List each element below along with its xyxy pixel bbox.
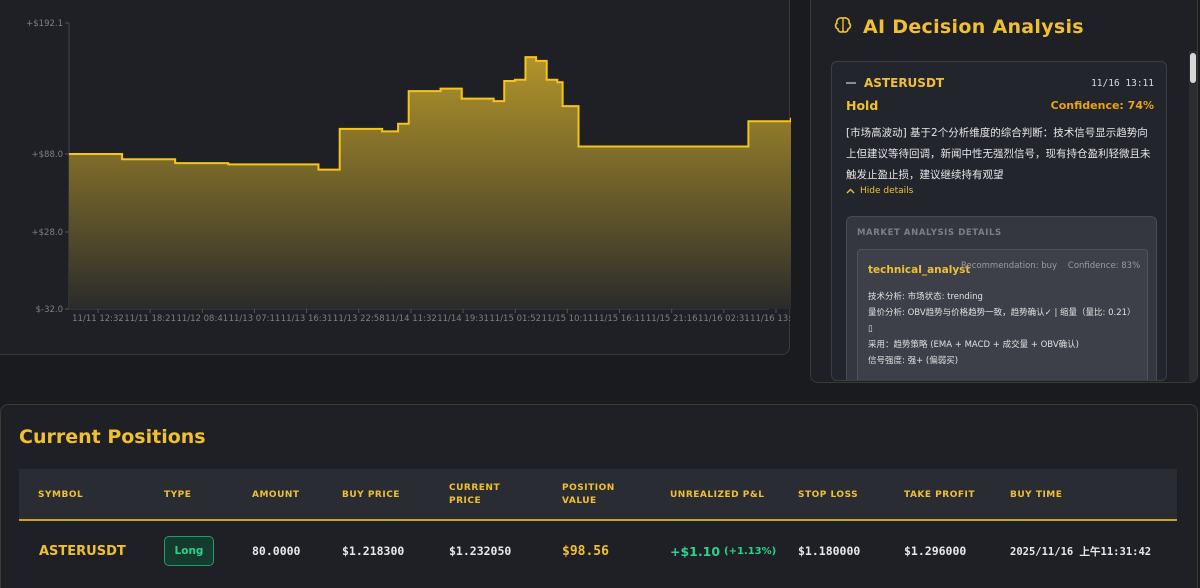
decision-action: Hold (846, 98, 879, 113)
x-tick-label: 11/13 16:31 (281, 314, 333, 324)
ai-panel-header: AI Decision Analysis (833, 15, 1084, 39)
ai-decision-panel: AI Decision Analysis ASTERUSDT 11/16 13:… (810, 0, 1198, 383)
area-fill (69, 57, 791, 309)
x-tick-label: 11/11 18:21 (124, 314, 176, 324)
cell-position-value: $98.56 (562, 543, 609, 559)
x-tick-label: 11/14 11:32 (385, 314, 437, 324)
cell-pnl: +$1.10 (+1.13%) (670, 523, 776, 579)
analyst-confidence: Confidence: 83% (1067, 261, 1141, 271)
x-tick-label: 11/14 19:31 (437, 314, 489, 324)
col-take-profit: TAKE PROFIT (904, 489, 975, 500)
positions-table-header: SYMBOL TYPE AMOUNT BUY PRICE CURRENT PRI… (19, 469, 1177, 521)
col-unrealized-pnl: UNREALIZED P&L (670, 489, 765, 500)
decision-scrollbar[interactable] (1189, 51, 1197, 381)
x-tick-label: 11/15 16:11 (594, 314, 646, 324)
x-tick-label: 11/11 12:32 (72, 314, 124, 324)
long-badge: Long (164, 536, 214, 566)
cell-amount: 80.0000 (252, 544, 301, 558)
cell-stop-loss: $1.180000 (798, 544, 861, 558)
analyst-entry: technical_analyst Recommendation: buy Co… (857, 249, 1148, 380)
cell-type: Long (164, 523, 214, 579)
decision-card: ASTERUSDT 11/16 13:11 Hold Confidence: 7… (831, 61, 1167, 381)
decision-time: 11/16 13:11 (1091, 77, 1154, 89)
cell-buy-time: 2025/11/16 上午11:31:42 (1010, 545, 1152, 558)
cell-take-profit: $1.296000 (904, 544, 967, 558)
y-tick-label: $-32.0 (36, 305, 63, 315)
y-tick-label: +$192.1 (26, 19, 63, 29)
table-row[interactable]: ASTERUSDT Long 80.0000 $1.218300 $1.2320… (19, 523, 1177, 579)
decision-reason: [市场高波动] 基于2个分析维度的综合判断：技术信号显示趋势向上但建议等待回调，… (846, 127, 1151, 181)
scrollbar-thumb[interactable] (1190, 53, 1196, 83)
analyst-line: 信号强度: 强+ (偏弱买) (868, 356, 959, 366)
analyst-line: 技术分析: 市场状态: trending (868, 292, 983, 302)
hide-details-button[interactable]: Hide details (846, 186, 913, 196)
x-tick-label: 11/15 10:11 (542, 314, 594, 324)
decision-confidence: Confidence: 74% (1050, 99, 1154, 112)
market-analysis-details: MARKET ANALYSIS DETAILS technical_analys… (846, 216, 1157, 380)
positions-panel: Current Positions SYMBOL TYPE AMOUNT BUY… (0, 404, 1198, 588)
col-buy-price: BUY PRICE (342, 489, 400, 500)
x-tick-label: 11/16 13:11 (750, 314, 791, 324)
pnl-percent: (+1.13%) (724, 545, 777, 557)
col-symbol: SYMBOL (38, 489, 84, 500)
analyst-line: 量价分析: OBV趋势与价格趋势一致，趋势确认✓ | 缩量（量比: 0.21）▯ (868, 308, 1136, 334)
details-title: MARKET ANALYSIS DETAILS (857, 228, 1002, 238)
col-stop-loss: STOP LOSS (798, 489, 859, 500)
analyst-recommendation-text: Recommendation: buy (961, 261, 1058, 271)
hide-details-label: Hide details (860, 186, 914, 196)
chevron-up-icon (846, 188, 855, 194)
y-tick-label: +$88.0 (32, 150, 63, 160)
cell-symbol[interactable]: ASTERUSDT (39, 523, 126, 579)
x-tick-label: 11/12 08:41 (176, 314, 228, 324)
y-tick-label: +$28.0 (32, 228, 63, 238)
analyst-recommendation: Recommendation: buy Confidence: 83% (961, 260, 1141, 273)
x-tick-label: 11/13 07:11 (229, 314, 281, 324)
x-tick-label: 11/13 22:58 (333, 314, 385, 324)
analyst-name: technical_analyst (868, 264, 971, 276)
brain-icon (833, 15, 853, 39)
positions-title: Current Positions (19, 426, 206, 448)
decision-symbol: ASTERUSDT (864, 76, 945, 90)
pnl-value: +$1.10 (670, 543, 721, 559)
col-position-value: POSITION VALUE (562, 483, 615, 506)
ai-panel-title: AI Decision Analysis (863, 16, 1084, 38)
x-tick-label: 11/16 02:31 (698, 314, 750, 324)
col-buy-time: BUY TIME (1010, 489, 1063, 500)
analyst-lines: 技术分析: 市场状态: trending 量价分析: OBV趋势与价格趋势一致，… (868, 289, 1140, 369)
portfolio-value-chart: +$192.1+$88.0+$28.0$-32.0 11/11 12:32 11/… (26, 19, 791, 324)
col-type: TYPE (164, 489, 192, 500)
cell-buy-price: $1.218300 (342, 544, 405, 558)
x-tick-label: 11/15 01:52 (489, 314, 541, 324)
col-current-price: CURRENT PRICE (449, 483, 501, 506)
cell-current-price: $1.232050 (449, 544, 512, 558)
analyst-line: 采用：趋势策略 (EMA + MACD + 成交量 + OBV确认) (868, 340, 1079, 350)
x-tick-label: 11/15 21:16 (646, 314, 698, 324)
portfolio-chart-panel: +$192.1 +$88.0 +$28.0 $-32.0 11/11 12:32 11/… (0, 0, 791, 355)
col-amount: AMOUNT (252, 489, 300, 500)
collapse-icon[interactable] (846, 82, 856, 84)
